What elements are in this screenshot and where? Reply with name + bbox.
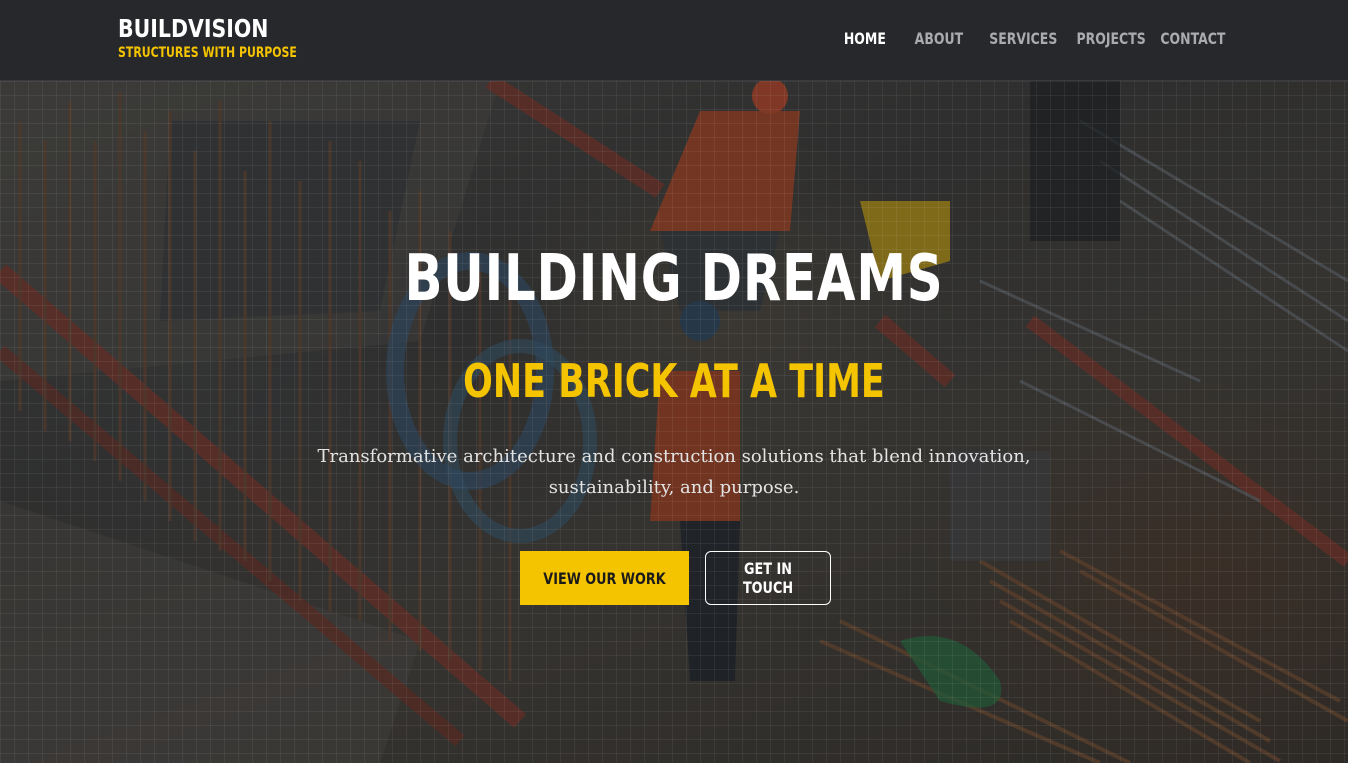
brand[interactable]: BUILDVISION STRUCTURES WITH PURPOSE [118,14,347,62]
nav-contact[interactable]: CONTACT [1160,28,1225,50]
get-in-touch-label: GET IN TOUCH [742,559,794,597]
hero-grid-overlay [0,81,1348,763]
brand-name: BUILDVISION [118,14,269,43]
brand-tagline: STRUCTURES WITH PURPOSE [118,45,297,61]
hero-description: Transformative architecture and construc… [317,446,1031,498]
view-our-work-button[interactable]: VIEW OUR WORK [520,551,689,605]
nav-home[interactable]: HOME [843,28,885,50]
hero-subtitle: ONE BRICK AT A TIME [463,354,885,408]
hero-title: BUILDING DREAMS [404,242,944,316]
nav-projects[interactable]: PROJECTS [1076,28,1145,50]
view-our-work-label: VIEW OUR WORK [543,568,666,588]
nav-services[interactable]: SERVICES [989,28,1057,50]
hero-section: BUILDING DREAMS ONE BRICK AT A TIME Tran… [0,81,1348,763]
main-nav: HOME ABOUT SERVICES PROJECTS CONTACT [832,28,1225,50]
site-header: BUILDVISION STRUCTURES WITH PURPOSE HOME… [0,0,1348,81]
get-in-touch-button[interactable]: GET IN TOUCH [705,551,831,605]
nav-about[interactable]: ABOUT [915,28,963,50]
